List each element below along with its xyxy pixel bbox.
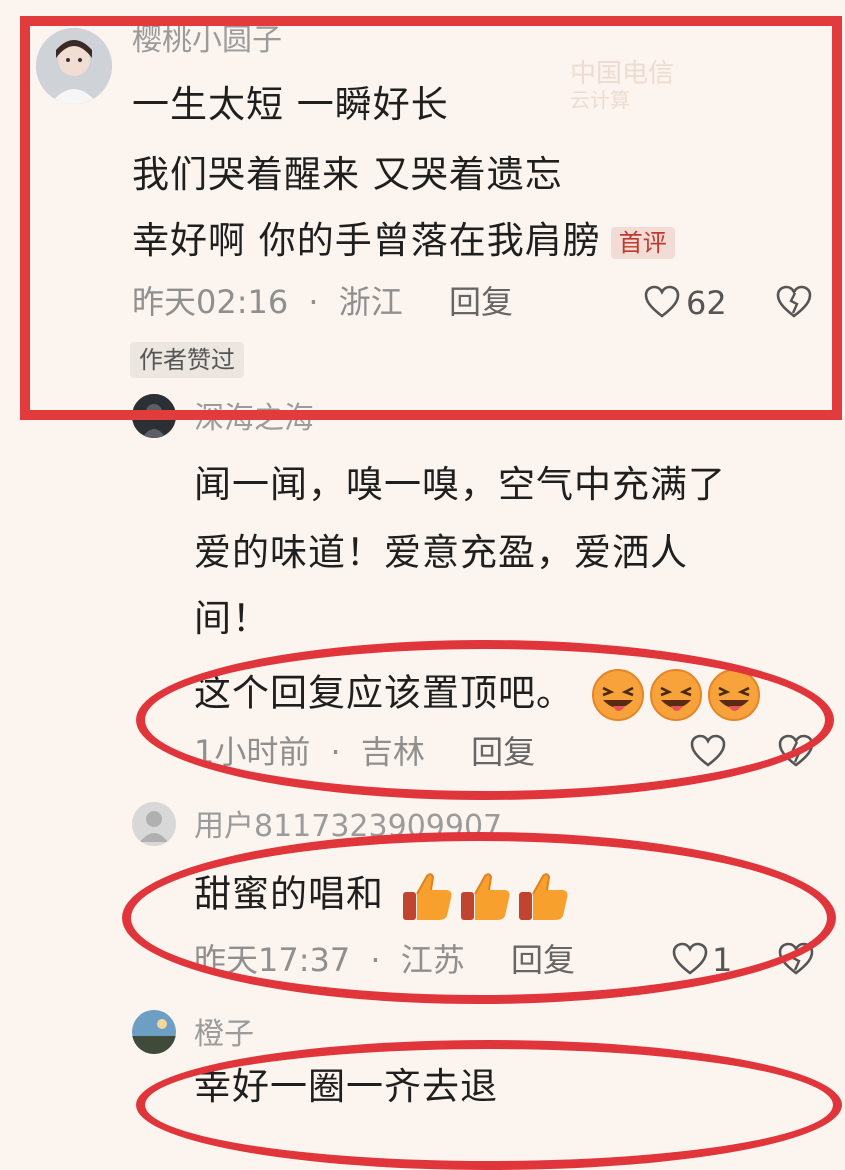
highlight-oval	[136, 640, 834, 800]
avatar[interactable]	[132, 802, 176, 846]
highlight-oval	[122, 832, 836, 1004]
comment-text-line: 闻一闻，嗅一嗅，空气中充满了	[194, 463, 726, 506]
highlight-oval	[136, 1040, 842, 1170]
username[interactable]: 橙子	[194, 1020, 254, 1050]
comment-text-line: 间！	[194, 597, 270, 640]
avatar[interactable]	[132, 1010, 176, 1054]
comment-text-line: 爱的味道！爱意充盈，爱洒人	[194, 531, 688, 574]
highlight-box	[20, 16, 842, 420]
